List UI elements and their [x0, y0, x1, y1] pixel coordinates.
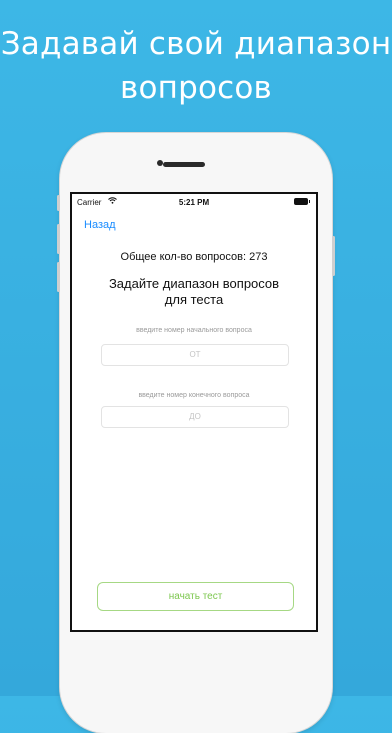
back-button[interactable]: Назад — [84, 219, 116, 231]
start-question-input[interactable]: от — [101, 344, 289, 366]
phone-screen: Carrier 5:21 PM Назад Общее кол-во вопро… — [70, 192, 318, 632]
range-title-line1: Задайте диапазон вопросов — [108, 276, 280, 291]
start-test-button[interactable]: начать тест — [97, 582, 294, 611]
start-question-hint: введите номер начального вопроса — [136, 327, 252, 334]
promo-headline: Задавай свой диапазон вопросов — [0, 22, 392, 110]
phone-volume-down — [57, 262, 60, 292]
range-title: Задайте диапазон вопросов для теста — [72, 276, 316, 308]
end-question-hint: введите номер конечного вопроса — [138, 392, 250, 399]
phone-side-button — [57, 195, 60, 211]
phone-speaker — [163, 162, 205, 167]
end-question-input[interactable]: до — [101, 406, 289, 428]
total-questions-label: Общее кол-во вопросов: 273 — [120, 251, 268, 263]
range-title-line2: для теста — [164, 292, 224, 307]
status-time: 5:21 PM — [178, 198, 210, 207]
status-bar: Carrier 5:21 PM — [72, 194, 316, 210]
phone-power-button — [332, 236, 335, 276]
phone-volume-up — [57, 224, 60, 254]
battery-icon — [294, 198, 310, 205]
promo-headline-line2: вопросов — [119, 70, 273, 106]
promo-headline-line1: Задавай свой диапазон — [0, 26, 392, 62]
